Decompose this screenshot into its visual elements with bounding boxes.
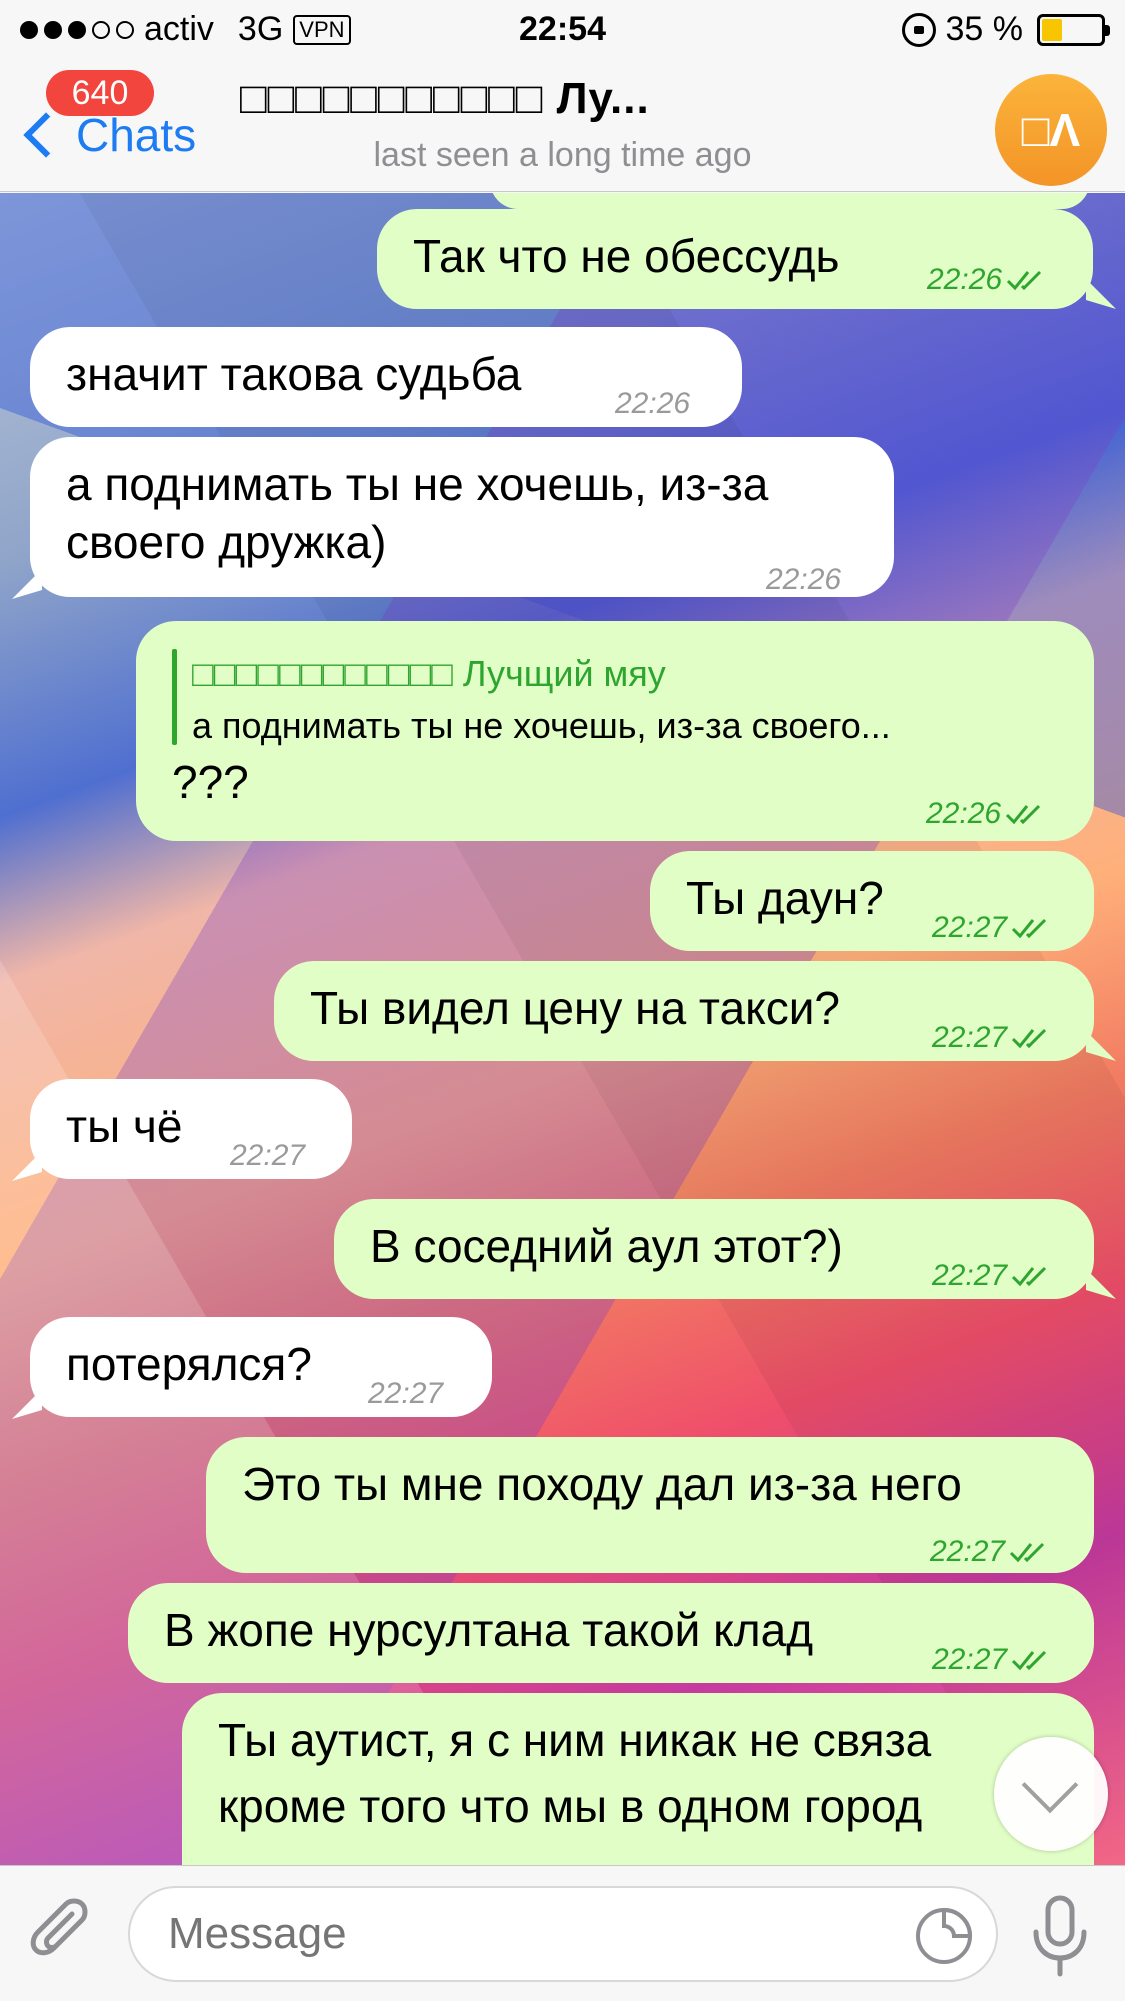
double-check-icon (1007, 270, 1042, 291)
battery-percent: 35 % (945, 10, 1024, 48)
message-text-line1: Ты аутист, я с ним никак не связа (218, 1714, 932, 1766)
message-time: 22:27 (932, 1643, 1008, 1676)
message-bubble-partial (490, 193, 1090, 209)
message-time: 22:27 (368, 1377, 444, 1410)
message-text: потерялся? (66, 1338, 312, 1390)
message-text: Так что не обессудь (413, 230, 840, 282)
message-time: 22:26 (926, 797, 1002, 830)
message-time: 22:27 (930, 1535, 1006, 1568)
microphone-icon[interactable] (1024, 1894, 1096, 1978)
unread-count-badge: 640 (46, 70, 154, 116)
message-time: 22:26 (615, 387, 691, 420)
message-meta: 22:27 (932, 895, 1053, 961)
battery-icon (1037, 13, 1110, 46)
avatar[interactable]: □Λ (995, 74, 1107, 186)
message-meta: 22:26 (927, 247, 1048, 313)
sticker-icon[interactable] (914, 1906, 974, 1966)
chat-title[interactable]: □□□□□□□□□□□ Лу... (240, 74, 960, 124)
chat-status: last seen a long time ago (373, 136, 752, 174)
message-text-line1: а поднимать ты не хочешь, из-за (66, 458, 769, 510)
message-text: значит такова судьба (66, 348, 522, 400)
message-bubble-outgoing[interactable]: Ты видел цену на такси? 22:27 (274, 961, 1094, 1061)
message-list[interactable]: Так что не обессудь 22:26 значит такова … (0, 193, 1125, 1865)
chat-header: Chats 640 □□□□□□□□□□□ Лу... last seen a … (0, 60, 1125, 192)
bubble-tail (12, 1151, 42, 1181)
message-text: Ты видел цену на такси? (310, 982, 840, 1034)
message-bubble-incoming[interactable]: потерялся? 22:27 (30, 1317, 492, 1417)
double-check-icon (1012, 1650, 1047, 1671)
double-check-icon (1012, 1266, 1047, 1287)
chevron-down-icon (1021, 1756, 1079, 1814)
message-bubble-outgoing-reply[interactable]: □□□□□□□□□□□□ Лучщий мяу а поднимать ты н… (136, 621, 1094, 841)
double-check-icon (1012, 1028, 1047, 1049)
message-bubble-outgoing[interactable]: Ты аутист, я с ним никак не связа кроме … (182, 1693, 1094, 1865)
message-meta: 22:27 (930, 1519, 1051, 1585)
message-time: 22:27 (230, 1139, 306, 1172)
message-meta: 22:27 (932, 1005, 1053, 1071)
bubble-tail (12, 569, 42, 599)
composer-bar (0, 1865, 1125, 2001)
message-input[interactable] (128, 1886, 998, 1982)
message-bubble-incoming[interactable]: ты чё 22:27 (30, 1079, 352, 1179)
bubble-tail (1086, 1269, 1116, 1299)
message-time: 22:26 (927, 263, 1003, 296)
message-bubble-outgoing[interactable]: Это ты мне походу дал из-за него 22:27 (206, 1437, 1094, 1573)
message-text: ты чё (66, 1100, 183, 1152)
double-check-icon (1006, 804, 1041, 825)
message-time: 22:27 (932, 911, 1008, 944)
message-text: В соседний аул этот?) (370, 1220, 843, 1272)
message-time: 22:26 (766, 563, 842, 596)
message-meta: 22:26 (926, 781, 1047, 847)
message-bubble-outgoing[interactable]: В жопе нурсултана такой клад 22:27 (128, 1583, 1094, 1683)
lock-icon (901, 12, 936, 47)
scroll-to-bottom-button[interactable] (994, 1737, 1108, 1851)
message-time: 22:27 (932, 1259, 1008, 1292)
status-right: 35 % (901, 10, 1110, 49)
bubble-tail (1086, 279, 1116, 309)
message-text: Это ты мне походу дал из-за него (242, 1458, 962, 1510)
message-bubble-outgoing[interactable]: В соседний аул этот?) 22:27 (334, 1199, 1094, 1299)
paperclip-icon[interactable] (24, 1896, 104, 1976)
double-check-icon (1012, 918, 1047, 939)
message-bubble-incoming[interactable]: значит такова судьба 22:26 (30, 327, 742, 427)
message-text: В жопе нурсултана такой клад (164, 1604, 814, 1656)
message-bubble-incoming[interactable]: а поднимать ты не хочешь, из-за своего д… (30, 437, 894, 597)
double-check-icon (1010, 1542, 1045, 1563)
bubble-tail (1086, 1031, 1116, 1061)
message-text: Ты даун? (686, 872, 884, 924)
message-text-line2: своего дружка) (66, 516, 387, 568)
reply-indicator (172, 649, 177, 745)
message-text-line2: кроме того что мы в одном город (218, 1780, 923, 1832)
message-meta: 22:27 (932, 1627, 1053, 1693)
message-bubble-outgoing[interactable]: Ты даун? 22:27 (650, 851, 1094, 951)
bubble-tail (12, 1389, 42, 1419)
message-meta: 22:27 (932, 1243, 1053, 1309)
message-text: ??? (172, 756, 249, 808)
message-time: 22:27 (932, 1021, 1008, 1054)
message-bubble-outgoing[interactable]: Так что не обессудь 22:26 (377, 209, 1093, 309)
status-bar: activ 3G VPN 22:54 35 % (0, 0, 1125, 60)
reply-snippet: а поднимать ты не хочешь, из-за своего..… (192, 705, 891, 746)
